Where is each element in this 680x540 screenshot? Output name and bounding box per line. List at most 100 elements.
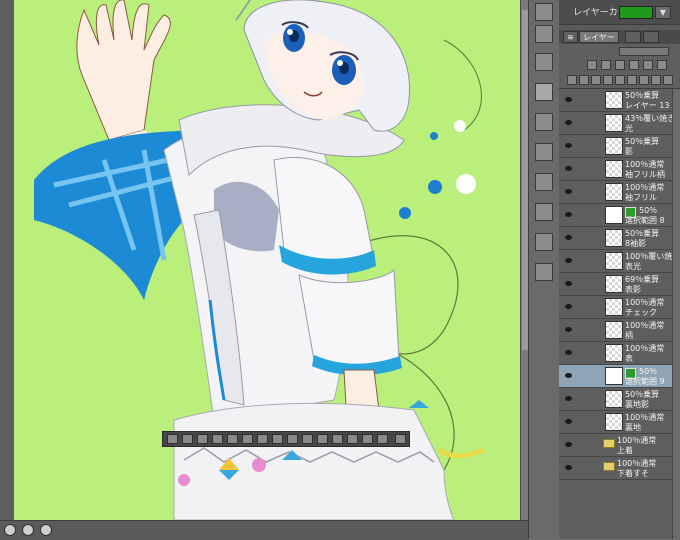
eye-icon[interactable]: [565, 327, 572, 332]
layer-row[interactable]: 100％通常 チェック: [559, 296, 672, 319]
layer-list-scrollbar[interactable]: [672, 89, 680, 539]
rotate-left-button[interactable]: [4, 524, 16, 536]
scale-icon[interactable]: [242, 434, 253, 444]
image-material-icon[interactable]: [535, 143, 553, 161]
crop-icon[interactable]: [332, 434, 343, 444]
transfer-down-icon[interactable]: [603, 75, 613, 85]
layer-panel: レイヤーカラー ▼ ≋ レイヤー 50％乗算 レイヤー 13 43％覆い焼き光 50％…: [559, 0, 680, 539]
layer-row[interactable]: 50％乗算影: [559, 135, 672, 158]
navigator-icon[interactable]: [535, 53, 553, 71]
tab-layer[interactable]: レイヤー: [579, 31, 619, 43]
invert-selection-icon[interactable]: [197, 434, 208, 444]
layer-blend-label: 100％通常: [617, 459, 657, 468]
mask-create-icon[interactable]: [347, 434, 358, 444]
tab-other[interactable]: [625, 31, 641, 43]
eye-icon[interactable]: [565, 396, 572, 401]
eye-icon[interactable]: [565, 235, 572, 240]
layer-row[interactable]: 50％乗算 レイヤー 13: [559, 89, 672, 112]
layer-row[interactable]: 100％覆い焼き 表光: [559, 250, 680, 273]
eye-icon[interactable]: [565, 97, 572, 102]
eye-icon[interactable]: [565, 465, 572, 470]
layer-row[interactable]: 100％通常 袖フリル柄: [559, 158, 672, 181]
layer-row[interactable]: 50％乗算 裏地影: [559, 388, 672, 411]
sub-view-icon[interactable]: [535, 83, 553, 101]
paste-icon[interactable]: [287, 434, 298, 444]
new-vector-icon[interactable]: [579, 75, 589, 85]
copy-icon[interactable]: [272, 434, 283, 444]
eye-icon[interactable]: [565, 281, 572, 286]
merge-down-icon[interactable]: [615, 75, 625, 85]
draft-icon[interactable]: [629, 60, 639, 70]
layer-name-label: 上着: [617, 446, 633, 455]
reference-icon[interactable]: [615, 60, 625, 70]
eye-icon[interactable]: [565, 373, 572, 378]
blend-mode-select[interactable]: [619, 47, 669, 56]
item-bank-icon[interactable]: [535, 263, 553, 281]
material-icon[interactable]: [535, 113, 553, 131]
fill-icon[interactable]: [317, 434, 328, 444]
layer-folder-row[interactable]: 100％通常 上着: [559, 434, 672, 457]
trash-icon[interactable]: [663, 75, 673, 85]
lock-transparent-icon[interactable]: [643, 60, 653, 70]
new-raster-icon[interactable]: [567, 75, 577, 85]
layer-name-label: 裏地: [625, 423, 641, 432]
eye-icon[interactable]: [565, 442, 572, 447]
lock-icon[interactable]: [587, 60, 597, 70]
layer-row[interactable]: 43％覆い焼き光: [559, 112, 676, 135]
close-icon[interactable]: [395, 434, 406, 444]
layer-search-icon[interactable]: [535, 203, 553, 221]
eye-icon[interactable]: [565, 304, 572, 309]
eye-icon[interactable]: [565, 212, 572, 217]
chevron-down-icon[interactable]: ▼: [655, 6, 671, 19]
eye-icon[interactable]: [565, 258, 572, 263]
history-icon[interactable]: [535, 25, 553, 43]
layer-thumbnail: [605, 91, 623, 109]
layer-stack-icon[interactable]: ≋: [563, 31, 578, 43]
folder-icon: [603, 439, 615, 448]
clip-icon[interactable]: [601, 60, 611, 70]
eye-icon[interactable]: [565, 189, 572, 194]
layer-folder-row[interactable]: 100％通常 下着すそ: [559, 457, 672, 480]
cut-icon[interactable]: [302, 434, 313, 444]
layer-row[interactable]: 100％通常柄: [559, 319, 672, 342]
mask-enable-icon[interactable]: [657, 60, 667, 70]
layer-name-label: 光: [625, 124, 633, 133]
panel-tabs: ≋ レイヤー: [559, 30, 680, 44]
apply-mask-icon[interactable]: [639, 75, 649, 85]
layer-blend-label: 43％覆い焼き: [625, 114, 676, 123]
rotate-right-button[interactable]: [40, 524, 52, 536]
eye-icon[interactable]: [565, 166, 572, 171]
eye-icon[interactable]: [565, 120, 572, 125]
deselect-icon[interactable]: [167, 434, 178, 444]
new-folder-icon[interactable]: [591, 75, 601, 85]
layer-row[interactable]: 100％通常 袖フリル: [559, 181, 672, 204]
layer-thumbnail: [605, 206, 623, 224]
tab-other-2[interactable]: [643, 31, 659, 43]
layer-row[interactable]: 50％ 選択範囲 8: [559, 204, 672, 227]
layer-thumbnail: [605, 252, 623, 270]
layer-thumbnail: [605, 183, 623, 201]
rotate-reset-button[interactable]: [22, 524, 34, 536]
layer-row[interactable]: 100％通常表: [559, 342, 672, 365]
more-icon[interactable]: [377, 434, 388, 444]
clear-icon[interactable]: [182, 434, 193, 444]
shrink-icon[interactable]: [227, 434, 238, 444]
layer-row[interactable]: 69％乗算 表影: [559, 273, 672, 296]
expand-icon[interactable]: [212, 434, 223, 444]
eye-icon[interactable]: [565, 143, 572, 148]
layer-row[interactable]: 100％通常 裏地: [559, 411, 672, 434]
layer-thumbnail: [605, 275, 623, 293]
auto-action-icon[interactable]: [535, 233, 553, 251]
layer-property-icon[interactable]: [535, 3, 553, 21]
eye-icon[interactable]: [565, 350, 572, 355]
pattern-icon[interactable]: [362, 434, 373, 444]
layer-color-swatch[interactable]: [619, 6, 653, 19]
rotate-icon[interactable]: [257, 434, 268, 444]
layer-name-label: 選択範囲 8: [625, 216, 665, 225]
layer-row[interactable]: 50％ 選択範囲 9: [559, 365, 672, 388]
eye-icon[interactable]: [565, 419, 572, 424]
material-3d-icon[interactable]: [535, 173, 553, 191]
mask-add-icon[interactable]: [627, 75, 637, 85]
layer-select-icon[interactable]: [651, 75, 661, 85]
layer-row[interactable]: 50％乗算 8袖影: [559, 227, 672, 250]
